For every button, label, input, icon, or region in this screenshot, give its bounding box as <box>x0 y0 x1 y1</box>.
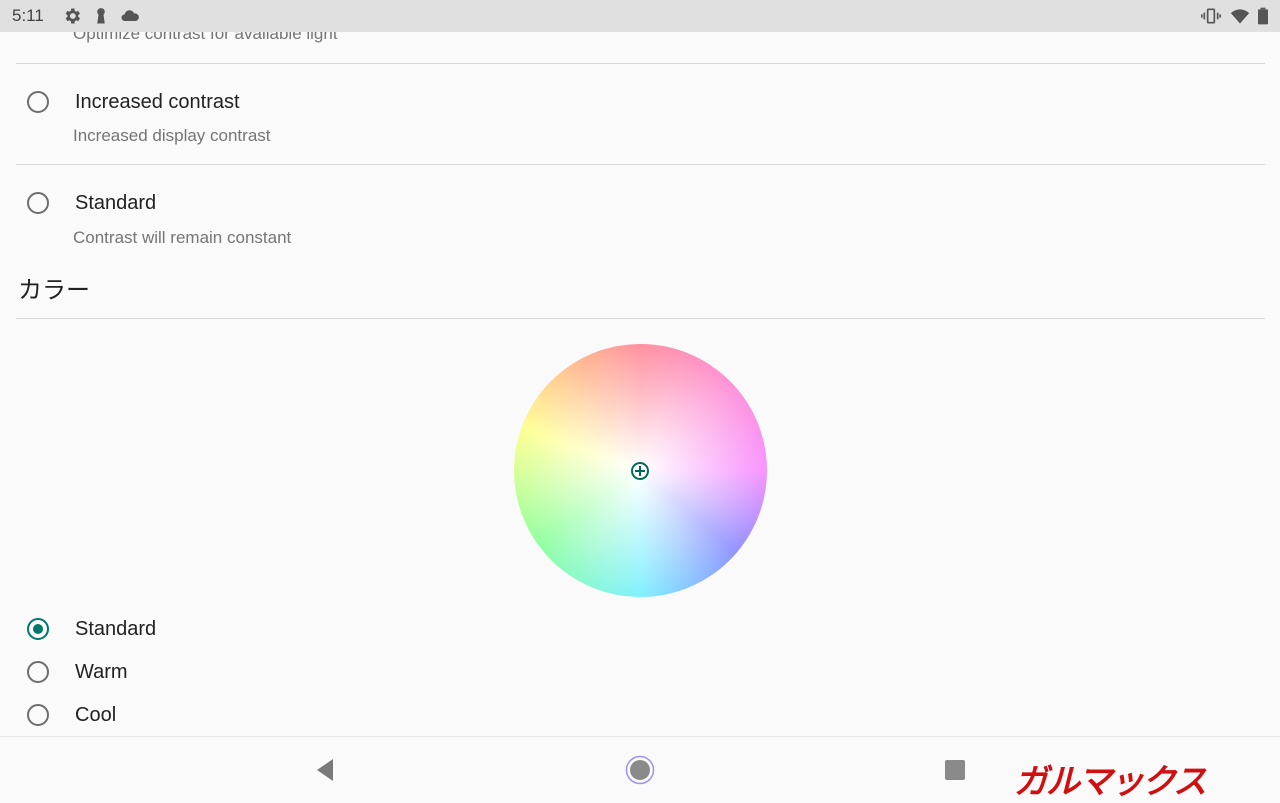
contrast-auto-subtitle: Optimize contrast for available light <box>73 32 338 43</box>
status-time: 5:11 <box>12 6 44 25</box>
option-label: Cool <box>75 704 117 726</box>
wifi-icon <box>1230 9 1250 24</box>
battery-icon <box>1258 7 1268 25</box>
radio-button[interactable] <box>27 704 49 726</box>
divider <box>16 318 1265 319</box>
option-subtitle: Increased display contrast <box>73 126 271 145</box>
home-icon[interactable] <box>625 755 655 785</box>
divider <box>16 63 1265 64</box>
color-section-title: カラー <box>18 277 90 304</box>
watermark-logo: ガルマックス <box>1014 762 1207 802</box>
back-icon[interactable] <box>310 755 340 785</box>
radio-button[interactable] <box>27 661 49 683</box>
keyhole-icon <box>97 8 105 24</box>
status-bar: 5:11 <box>0 0 1280 32</box>
option-label: Standard <box>75 618 157 640</box>
vibrate-icon <box>1201 8 1221 24</box>
option-subtitle: Contrast will remain constant <box>73 228 292 247</box>
recents-icon[interactable] <box>940 755 970 785</box>
cloud-icon <box>121 10 139 22</box>
radio-button[interactable] <box>27 91 49 113</box>
color-crosshair-icon[interactable] <box>630 461 650 481</box>
option-label: Warm <box>75 661 128 683</box>
settings-icon <box>65 8 80 24</box>
option-title: Standard <box>75 192 157 214</box>
divider <box>16 164 1265 165</box>
radio-button[interactable] <box>27 192 49 214</box>
option-title: Increased contrast <box>75 91 240 113</box>
radio-button-checked[interactable] <box>27 618 49 640</box>
